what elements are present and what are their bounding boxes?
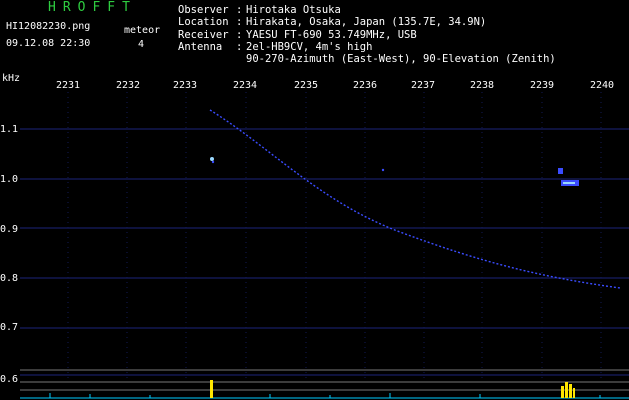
y-tick: 0.8 — [0, 273, 19, 284]
y-tick: 0.7 — [0, 322, 19, 333]
date-time: 09.12.08 22:30 — [6, 38, 91, 49]
y-tick: 1.1 — [0, 124, 19, 135]
vertical-grid — [67, 92, 602, 382]
receiver-key: Receiver — [178, 29, 229, 41]
location-value: Hirakata, Osaka, Japan (135.7E, 34.9N) — [246, 16, 487, 28]
location-key: Location — [178, 16, 229, 28]
x-tick: 2233 — [173, 80, 198, 91]
antenna-key: Antenna — [178, 41, 223, 53]
observer-row: Observer: Hirotaka Otsuka — [178, 4, 341, 16]
observer-value: Hirotaka Otsuka — [246, 4, 341, 16]
x-tick: 2236 — [353, 80, 378, 91]
x-tick: 2240 — [590, 80, 615, 91]
meteor-echo — [381, 168, 385, 172]
spectrogram — [20, 92, 629, 399]
x-tick: 2239 — [530, 80, 555, 91]
axis-unit: kHz — [2, 73, 21, 84]
carrier-lines — [20, 128, 629, 376]
location-row: Location: Hirakata, Osaka, Japan (135.7E… — [178, 16, 487, 28]
meteor-echo — [210, 157, 215, 164]
meteor-count: 4 — [138, 39, 145, 50]
x-tick: 2232 — [116, 80, 141, 91]
meteor-label: meteor — [124, 25, 161, 36]
antenna-row: Antenna: 2el-HB9CV, 4m's high — [178, 41, 373, 53]
y-tick: 0.6 — [0, 374, 19, 385]
x-tick: 2231 — [56, 80, 81, 91]
x-tick: 2237 — [411, 80, 436, 91]
observer-key: Observer — [178, 4, 229, 16]
antenna-value-2: 90-270-Azimuth (East-West), 90-Elevation… — [246, 53, 556, 65]
meteor-echo — [558, 168, 579, 186]
x-tick: 2235 — [294, 80, 319, 91]
app-title: HROFFT — [48, 0, 137, 15]
file-name: HI12082230.png — [6, 21, 91, 32]
signal-trace — [209, 109, 621, 289]
baseline-noise — [20, 393, 629, 399]
signal-spike — [210, 380, 213, 398]
y-tick: 1.0 — [0, 174, 19, 185]
x-tick: 2234 — [233, 80, 258, 91]
receiver-value: YAESU FT-690 53.749MHz, USB — [246, 29, 417, 41]
x-tick: 2238 — [470, 80, 495, 91]
antenna-value: 2el-HB9CV, 4m's high — [246, 41, 373, 53]
y-tick: 0.9 — [0, 224, 19, 235]
receiver-row: Receiver: YAESU FT-690 53.749MHz, USB — [178, 29, 417, 41]
